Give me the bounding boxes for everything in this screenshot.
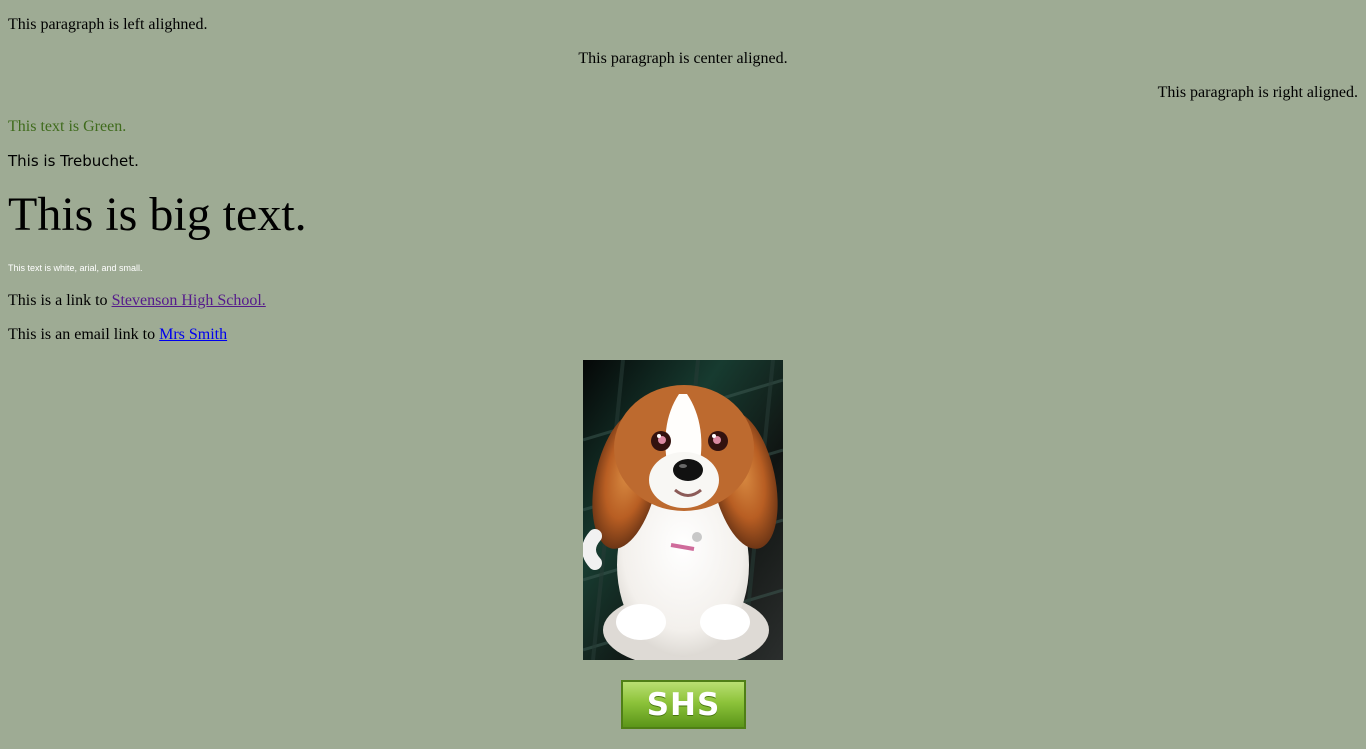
school-link-prefix: This is a link to [8,292,112,309]
stevenson-high-school-link[interactable]: Stevenson High School. [112,292,266,309]
shs-button[interactable]: SHS [621,680,746,729]
big-text-paragraph: This is big text. [8,188,307,241]
email-link-prefix: This is an email link to [8,326,160,343]
school-link-paragraph: This is a link to Stevenson High School. [8,291,266,311]
left-aligned-paragraph: This paragraph is left alighned. [8,16,208,33]
mrs-smith-email-link[interactable]: Mrs Smith [159,326,227,343]
shs-button-label: SHS [646,686,721,723]
right-aligned-paragraph: This paragraph is right aligned. [1157,84,1358,101]
trebuchet-paragraph: This is Trebuchet. [8,152,139,170]
green-text-paragraph: This text is Green. [8,118,127,135]
center-aligned-paragraph: This paragraph is center aligned. [578,50,788,67]
dog-photo-icon [583,360,783,660]
email-link-paragraph: This is an email link to Mrs Smith [8,325,227,345]
small-white-paragraph: This text is white, arial, and small. [8,263,143,273]
